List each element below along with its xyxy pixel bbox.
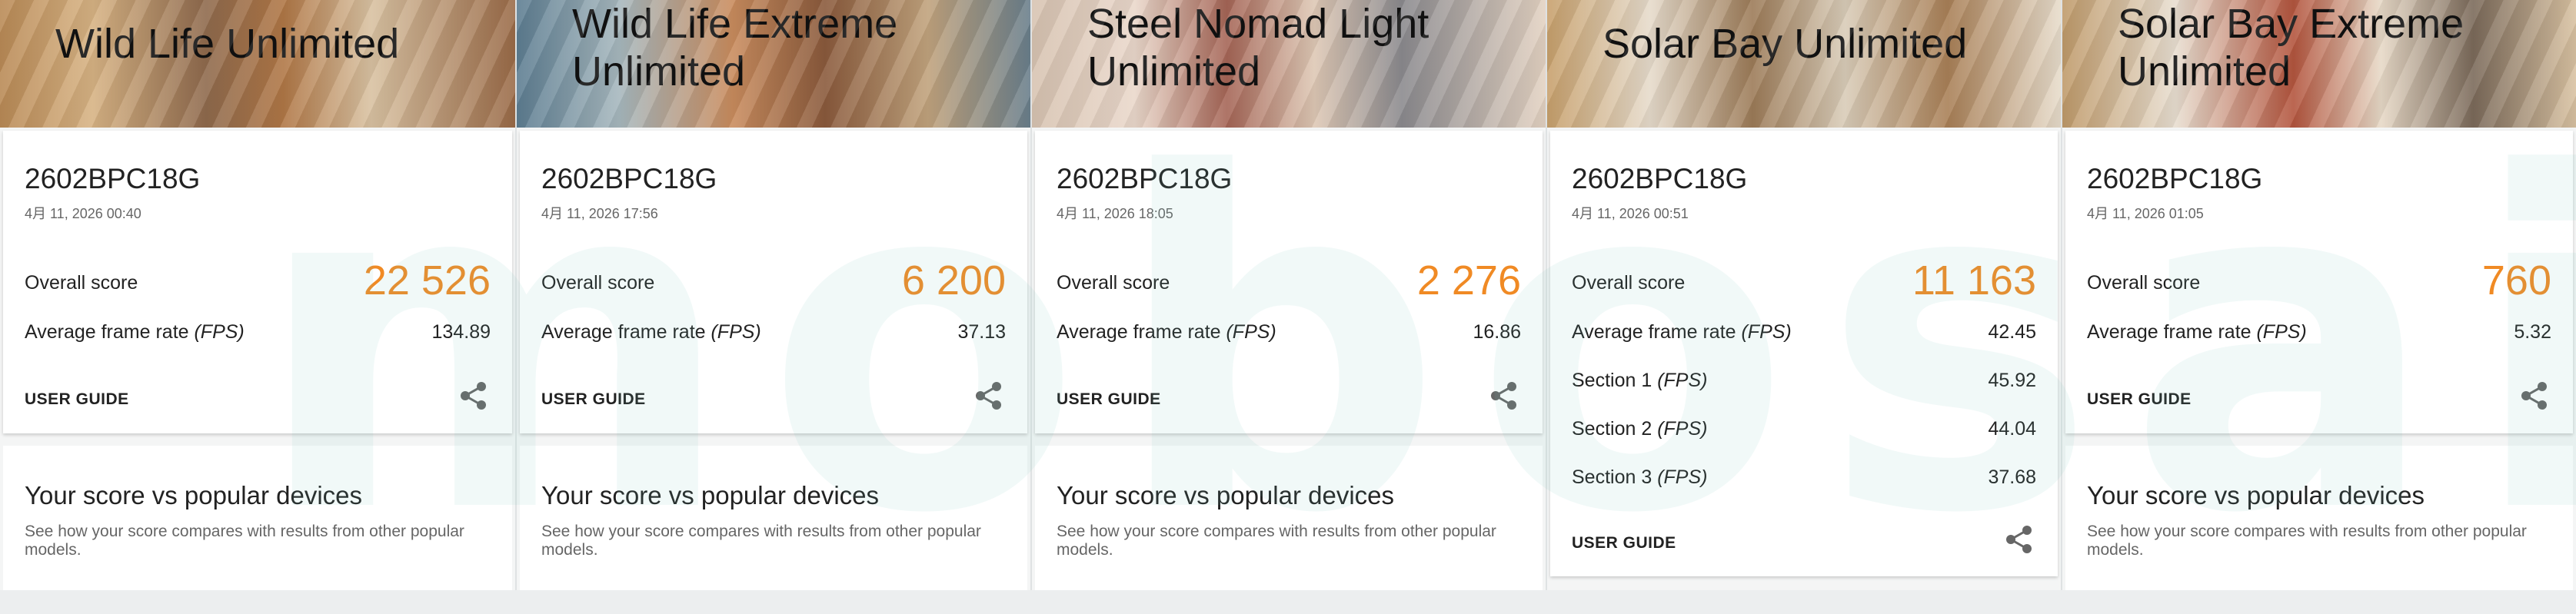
user-guide-link[interactable]: USER GUIDE [2087,390,2192,409]
fps-label: Average frame rate (FPS) [25,321,245,343]
share-icon[interactable] [2004,524,2035,555]
fps-row: Average frame rate (FPS) 134.89 [25,317,491,347]
share-icon[interactable] [2519,380,2550,411]
benchmark-title: Steel Nomad Light Unlimited [1087,1,1429,95]
banner-image: Solar Bay Unlimited [1547,0,2061,128]
compare-section: Your score vs popular devices See how yo… [520,446,1027,590]
device-name: 2602BPC18G [1572,163,1748,194]
share-icon[interactable] [458,380,489,411]
overall-score-value: 2 276 [1416,257,1521,304]
fps-row: Average frame rate (FPS) 37.13 [541,317,1006,347]
fps-value: 37.13 [957,321,1006,343]
overall-score-row: Overall score 2 276 [1057,257,1521,304]
compare-description: See how your score compares with results… [2087,523,2527,559]
overall-score-row: Overall score 760 [2087,257,2551,304]
section-1-label: Section 1 (FPS) [1572,370,1708,391]
overall-score-row: Overall score 22 526 [25,257,491,304]
compare-title: Your score vs popular devices [541,481,880,509]
result-card: 2602BPC18G 4月 11, 2026 17:56 Overall sco… [520,131,1027,433]
section-3-label: Section 3 (FPS) [1572,466,1708,488]
result-date: 4月 11, 2026 17:56 [541,206,658,221]
result-card: 2602BPC18G 4月 11, 2026 01:05 Overall sco… [2065,131,2573,433]
compare-description: See how your score compares with results… [541,523,981,559]
result-date: 4月 11, 2026 00:40 [25,206,141,221]
banner-image: Wild Life Extreme Unlimited [517,0,1030,128]
overall-score-value: 6 200 [901,257,1006,304]
benchmark-panels: Wild Life Unlimited 2602BPC18G 4月 11, 20… [0,0,2576,590]
share-icon[interactable] [1489,380,1519,411]
overall-score-label: Overall score [541,272,655,294]
section-2-row: Section 2 (FPS) 44.04 [1572,413,2036,444]
device-name: 2602BPC18G [25,163,201,194]
fps-value: 134.89 [431,321,491,343]
panel-solar-bay-extreme-unlimited: Solar Bay Extreme Unlimited 2602BPC18G 4… [2061,0,2576,590]
result-date: 4月 11, 2026 00:51 [1572,206,1689,221]
compare-title: Your score vs popular devices [2087,481,2425,509]
share-icon[interactable] [973,380,1004,411]
banner-image: Solar Bay Extreme Unlimited [2062,0,2576,128]
fps-row: Average frame rate (FPS) 16.86 [1057,317,1521,347]
overall-score-row: Overall score 6 200 [541,257,1006,304]
benchmark-title: Wild Life Extreme Unlimited [572,1,898,95]
result-card: 2602BPC18G 4月 11, 2026 00:40 Overall sco… [3,131,512,433]
fps-label: Average frame rate (FPS) [2087,321,2307,343]
overall-score-value: 22 526 [363,257,491,304]
fps-value: 16.86 [1473,321,1521,343]
overall-score-value: 11 163 [1912,257,2036,304]
panel-solar-bay-unlimited: Solar Bay Unlimited 2602BPC18G 4月 11, 20… [1546,0,2061,590]
device-name: 2602BPC18G [2087,163,2263,194]
fps-row: Average frame rate (FPS) 5.32 [2087,317,2551,347]
compare-description: See how your score compares with results… [25,523,464,559]
benchmark-title: Solar Bay Extreme Unlimited [2118,1,2465,95]
compare-section: Your score vs popular devices See how yo… [2065,446,2573,590]
compare-section: Your score vs popular devices See how yo… [3,446,512,590]
overall-score-label: Overall score [1572,272,1686,294]
benchmark-title: Wild Life Unlimited [55,21,400,67]
user-guide-link[interactable]: USER GUIDE [25,390,129,409]
result-card: 2602BPC18G 4月 11, 2026 18:05 Overall sco… [1035,131,1543,433]
user-guide-link[interactable]: USER GUIDE [1572,534,1676,553]
benchmark-title: Solar Bay Unlimited [1603,21,1968,67]
section-2-label: Section 2 (FPS) [1572,418,1708,440]
device-name: 2602BPC18G [541,163,717,194]
panel-steel-nomad-light-unlimited: Steel Nomad Light Unlimited 2602BPC18G 4… [1030,0,1546,590]
result-date: 4月 11, 2026 01:05 [2087,206,2204,221]
panel-wild-life-unlimited: Wild Life Unlimited 2602BPC18G 4月 11, 20… [0,0,515,590]
banner-image: Steel Nomad Light Unlimited [1032,0,1546,128]
section-3-value: 37.68 [1988,466,2036,488]
fps-label: Average frame rate (FPS) [1057,321,1276,343]
overall-score-label: Overall score [25,272,138,294]
section-1-value: 45.92 [1988,370,2036,391]
compare-description: See how your score compares with results… [1057,523,1496,559]
section-2-value: 44.04 [1988,418,2036,440]
overall-score-row: Overall score 11 163 [1572,257,2036,304]
banner-image: Wild Life Unlimited [0,0,515,128]
result-date: 4月 11, 2026 18:05 [1057,206,1173,221]
overall-score-label: Overall score [2087,272,2201,294]
fps-label: Average frame rate (FPS) [1572,321,1792,343]
device-name: 2602BPC18G [1057,163,1233,194]
fps-value: 5.32 [2514,321,2551,343]
result-card: 2602BPC18G 4月 11, 2026 00:51 Overall sco… [1550,131,2058,576]
fps-row: Average frame rate (FPS) 42.45 [1572,317,2036,347]
compare-title: Your score vs popular devices [1057,481,1395,509]
user-guide-link[interactable]: USER GUIDE [1057,390,1161,409]
overall-score-label: Overall score [1057,272,1170,294]
user-guide-link[interactable]: USER GUIDE [541,390,646,409]
overall-score-value: 760 [2481,257,2551,304]
compare-section: Your score vs popular devices See how yo… [1035,446,1543,590]
compare-title: Your score vs popular devices [25,481,363,509]
fps-value: 42.45 [1988,321,2036,343]
panel-wild-life-extreme-unlimited: Wild Life Extreme Unlimited 2602BPC18G 4… [515,0,1030,590]
section-1-row: Section 1 (FPS) 45.92 [1572,365,2036,396]
section-3-row: Section 3 (FPS) 37.68 [1572,462,2036,493]
fps-label: Average frame rate (FPS) [541,321,761,343]
